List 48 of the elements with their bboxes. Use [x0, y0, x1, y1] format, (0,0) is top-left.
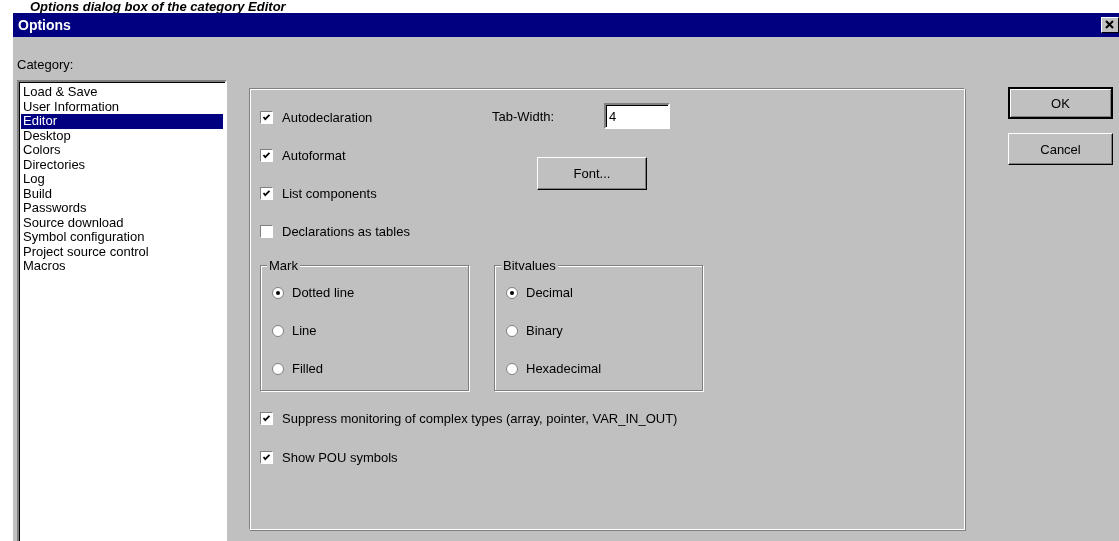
checkbox[interactable] — [260, 225, 273, 238]
group-title: Bitvalues — [501, 258, 558, 273]
checkbox-label[interactable]: Show POU symbols — [282, 450, 398, 465]
category-item[interactable]: Macros — [21, 259, 223, 274]
radio-button[interactable] — [272, 362, 284, 375]
category-item[interactable]: Load & Save — [21, 85, 223, 100]
checkbox-label[interactable]: List components — [282, 186, 377, 201]
radio-button[interactable] — [506, 362, 518, 375]
category-item[interactable]: Source download — [21, 215, 223, 230]
dialog-button[interactable]: OK — [1008, 87, 1113, 119]
radio-label[interactable]: Decimal — [526, 285, 573, 300]
category-item[interactable]: Log — [21, 172, 223, 187]
checkbox[interactable] — [260, 149, 273, 162]
checkbox-label[interactable]: Autoformat — [282, 148, 346, 163]
checkbox-label[interactable]: Autodeclaration — [282, 110, 373, 125]
close-icon[interactable] — [1101, 17, 1119, 33]
category-item[interactable]: Passwords — [21, 201, 223, 216]
dialog-button[interactable]: Cancel — [1008, 133, 1113, 165]
radio-label[interactable]: Line — [292, 323, 317, 338]
radio-button[interactable] — [506, 324, 518, 337]
category-item[interactable]: Desktop — [21, 128, 223, 143]
radio-button[interactable] — [272, 324, 284, 337]
radio-button[interactable] — [272, 286, 284, 299]
group-title: Mark — [267, 258, 300, 273]
category-item[interactable]: Colors — [21, 143, 223, 158]
tab-width-field[interactable]: 4 — [604, 103, 670, 129]
radio-label[interactable]: Binary — [526, 323, 563, 338]
category-item[interactable]: Project source control — [21, 244, 223, 259]
category-item[interactable]: Build — [21, 186, 223, 201]
category-item[interactable]: User Information — [21, 99, 223, 114]
window-title: Options — [18, 17, 71, 33]
font-button[interactable]: Font... — [537, 157, 647, 190]
checkbox-label[interactable]: Suppress monitoring of complex types (array, pointer, VAR_IN_OUT) — [282, 411, 678, 426]
radio-label[interactable]: Hexadecimal — [526, 361, 602, 376]
category-item[interactable]: Editor — [21, 114, 223, 129]
figure-caption: Options dialog box of the category Editor — [29, 0, 287, 13]
tab-width-label: Tab-Width: — [492, 108, 556, 124]
radio-label[interactable]: Dotted line — [292, 285, 355, 300]
checkbox[interactable] — [260, 111, 273, 124]
checkbox[interactable] — [260, 187, 273, 200]
radio-button[interactable] — [506, 286, 518, 299]
checkbox[interactable] — [260, 412, 273, 425]
category-item[interactable]: Symbol configuration — [21, 230, 223, 245]
checkbox[interactable] — [260, 451, 273, 464]
checkbox-label[interactable]: Declarations as tables — [282, 224, 410, 239]
radio-label[interactable]: Filled — [292, 361, 324, 376]
category-item[interactable]: Directories — [21, 157, 223, 172]
category-label: Category: — [17, 57, 74, 72]
